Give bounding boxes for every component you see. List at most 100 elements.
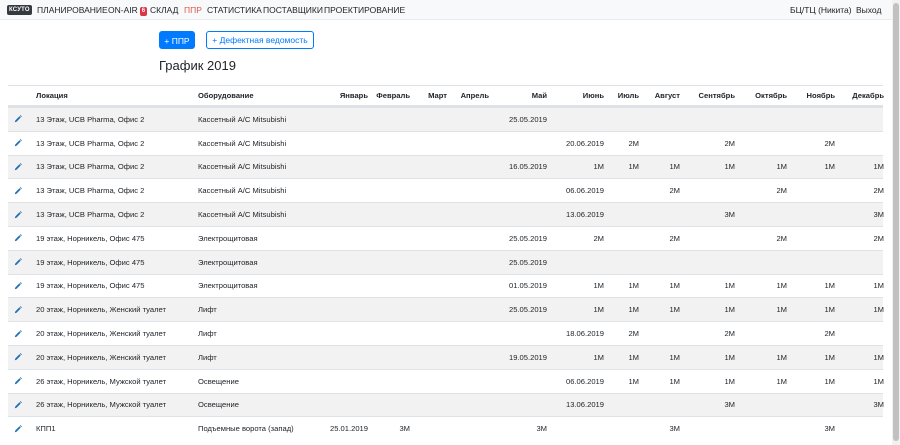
nav-on-air[interactable]: ON-AIR 6: [108, 0, 148, 20]
add-ppr-button[interactable]: + ППР: [159, 31, 195, 49]
equipment-cell: Лифт: [198, 305, 217, 315]
month-cell: 2M: [873, 186, 884, 196]
pencil-icon[interactable]: [14, 370, 22, 393]
month-cell: [737, 132, 787, 155]
month-cell: [449, 370, 489, 393]
nav-suppliers[interactable]: ПОСТАВЩИКИ: [263, 0, 323, 20]
pencil-icon[interactable]: [14, 394, 22, 417]
pencil-icon[interactable]: [14, 179, 22, 202]
table-row: 13 Этаж, UCB Pharma, Офис 2 Кассетный А/С…: [8, 107, 883, 131]
pencil-icon[interactable]: [14, 132, 22, 155]
month-cell: 1M: [669, 281, 680, 291]
month-cell: [370, 179, 410, 202]
nav-warehouse[interactable]: СКЛАД: [150, 0, 178, 20]
equipment-cell: Подъемные ворота (запад): [198, 424, 294, 434]
month-cell: [308, 275, 368, 298]
scrollbar-thumb[interactable]: [893, 3, 899, 441]
month-cell: [491, 179, 547, 202]
pencil-icon[interactable]: [14, 346, 22, 369]
month-cell: [308, 203, 368, 226]
month-cell: [491, 370, 547, 393]
month-cell: [491, 322, 547, 345]
scrollbar[interactable]: [892, 0, 900, 445]
column-header: Оборудование: [198, 91, 254, 100]
location-cell: КПП1: [36, 424, 56, 434]
top-navbar: КСУТО ПЛАНИРОВАНИЕ ON-AIR 6 СКЛАД ППР СТА…: [0, 0, 900, 20]
table-header: Локация Оборудование Январь Февраль Март Апре…: [8, 85, 884, 107]
month-cell: [641, 322, 680, 345]
column-header: Ноябрь: [806, 91, 835, 100]
equipment-cell: Электрощитовая: [198, 281, 258, 291]
location-cell: 13 Этаж, UCB Pharma, Офис 2: [36, 186, 145, 196]
column-header: Сентябрь: [698, 91, 735, 100]
month-cell: [308, 156, 368, 179]
table-row: 26 этаж, Норникель, Мужской туалет Освеще…: [8, 368, 884, 393]
location-cell: 13 Этаж, UCB Pharma, Офис 2: [36, 210, 145, 220]
equipment-cell: Освещение: [198, 376, 239, 386]
nav-on-air-label: ON-AIR: [108, 5, 138, 15]
nav-ppr[interactable]: ППР: [184, 0, 202, 20]
month-cell: [370, 251, 410, 274]
month-cell: 19.05.2019: [508, 352, 547, 362]
pencil-icon[interactable]: [14, 108, 22, 131]
month-cell: [737, 417, 787, 440]
equipment-cell: Электрощитовая: [198, 233, 258, 243]
month-cell: [308, 179, 368, 202]
month-cell: [370, 346, 410, 369]
pencil-icon[interactable]: [14, 417, 22, 440]
pencil-icon[interactable]: [14, 203, 22, 226]
month-cell: [789, 394, 835, 417]
location-cell: 13 Этаж, UCB Pharma, Офис 2: [36, 162, 145, 172]
month-cell: [413, 132, 447, 155]
pencil-icon[interactable]: [14, 322, 22, 345]
month-cell: [370, 394, 410, 417]
pencil-icon[interactable]: [14, 275, 22, 298]
month-cell: 1M: [873, 376, 884, 386]
logout-link[interactable]: Выход: [856, 0, 881, 20]
user-menu[interactable]: БЦ/ТЦ (Никита): [790, 0, 852, 20]
month-cell: [370, 227, 410, 250]
month-cell: 1M: [776, 352, 787, 362]
pencil-icon[interactable]: [14, 251, 22, 274]
nav-statistics[interactable]: СТАТИСТИКА: [207, 0, 262, 20]
month-cell: [413, 203, 447, 226]
column-header: Июнь: [582, 91, 604, 100]
pencil-icon[interactable]: [14, 156, 22, 179]
month-cell: 2M: [824, 138, 835, 148]
add-defect-statement-button[interactable]: + Дефектная ведомость: [206, 31, 314, 49]
pencil-icon[interactable]: [14, 227, 22, 250]
month-cell: 1M: [724, 281, 735, 291]
month-cell: [449, 394, 489, 417]
location-cell: 20 этаж, Норникель, Женский туалет: [36, 329, 166, 339]
month-cell: 25.01.2019: [329, 424, 368, 434]
month-cell: 2M: [824, 329, 835, 339]
month-cell: [413, 251, 447, 274]
month-cell: 25.05.2019: [508, 114, 547, 124]
month-cell: [370, 108, 410, 131]
month-cell: 2M: [628, 329, 639, 339]
month-cell: 1M: [776, 376, 787, 386]
equipment-cell: Кассетный А/С Mitsubishi: [198, 114, 287, 124]
month-cell: [449, 346, 489, 369]
location-cell: 13 Этаж, UCB Pharma, Офис 2: [36, 114, 145, 124]
month-cell: 1M: [824, 305, 835, 315]
brand-logo[interactable]: КСУТО: [7, 5, 32, 15]
month-cell: [370, 275, 410, 298]
month-cell: [449, 227, 489, 250]
month-cell: [449, 203, 489, 226]
month-cell: [682, 417, 735, 440]
month-cell: 1M: [669, 352, 680, 362]
month-cell: 1M: [776, 162, 787, 172]
month-cell: [449, 322, 489, 345]
pencil-icon[interactable]: [14, 298, 22, 321]
month-cell: [449, 251, 489, 274]
month-cell: [606, 227, 639, 250]
location-cell: 19 этаж, Норникель, Офис 475: [36, 281, 145, 291]
month-cell: 1M: [593, 162, 604, 172]
column-header: Февраль: [376, 91, 410, 100]
column-header: Декабрь: [852, 91, 884, 100]
month-cell: 1M: [593, 281, 604, 291]
nav-design[interactable]: ПРОЕКТИРОВАНИЕ: [324, 0, 405, 20]
nav-planning[interactable]: ПЛАНИРОВАНИЕ: [37, 0, 108, 20]
month-cell: 3M: [399, 424, 410, 434]
